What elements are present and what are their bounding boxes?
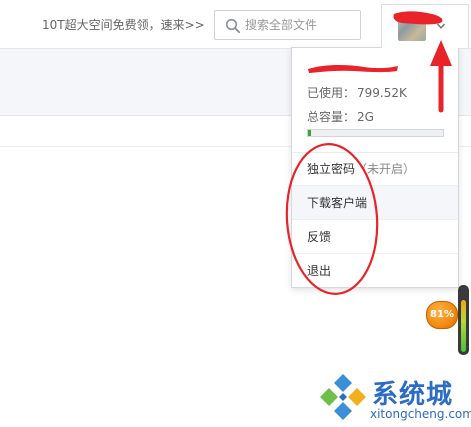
total-space: 总容量： 2G [307, 108, 374, 125]
password-status-note: （未开启） [355, 162, 416, 176]
user-menu-button[interactable] [381, 4, 469, 48]
menu-item-label: 反馈 [307, 230, 332, 244]
total-space-label: 总容量： [307, 110, 356, 124]
quota-progress-bar [307, 129, 444, 137]
used-space: 已使用： 799.52K [307, 84, 407, 101]
menu-item-download-client[interactable]: 下载客户端 [292, 186, 458, 220]
watermark: 系统城 xitongcheng.com [318, 372, 471, 425]
menu-item-label: 下载客户端 [307, 196, 368, 210]
memory-meter-fill [461, 300, 466, 352]
quota-progress-fill [308, 130, 311, 136]
menu-item-feedback[interactable]: 反馈 [292, 220, 458, 254]
search-input[interactable] [245, 15, 355, 35]
avatar[interactable] [398, 13, 426, 41]
promo-link[interactable]: 10T超大空间免费领，速来>> [42, 16, 205, 33]
watermark-brand: 系统城 [372, 380, 454, 410]
menu-item-independent-password[interactable]: 独立密码（未开启） [292, 152, 458, 186]
menu-item-label: 独立密码 [307, 162, 356, 176]
search-icon [225, 18, 241, 34]
account-info: 已使用： 799.52K 总容量： 2G [292, 48, 458, 153]
chevron-down-icon [436, 23, 446, 29]
menu-item-logout[interactable]: 退出 [292, 254, 458, 288]
search-box[interactable] [214, 10, 361, 40]
speed-boost-badge[interactable]: 81% [426, 301, 458, 329]
username-redaction-mark [308, 64, 398, 73]
total-space-value: 2G [357, 110, 374, 124]
used-space-value: 799.52K [357, 86, 407, 100]
used-space-label: 已使用： [307, 86, 356, 100]
user-dropdown-menu: 已使用： 799.52K 总容量： 2G 独立密码（未开启） 下载客户端 反馈 退出 [291, 47, 459, 288]
top-header: 10T超大空间免费领，速来>> [0, 0, 471, 49]
watermark-domain: xitongcheng.com [370, 407, 471, 421]
watermark-logo-icon [320, 374, 366, 420]
menu-item-label: 退出 [307, 264, 332, 278]
memory-meter[interactable] [458, 285, 469, 355]
